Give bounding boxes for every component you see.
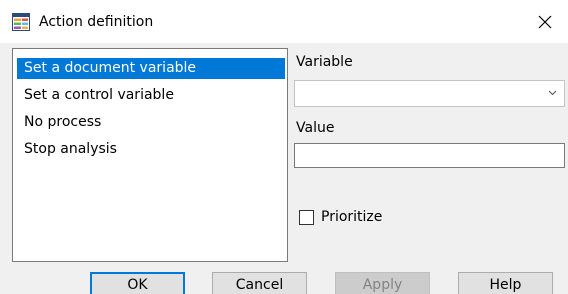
action-definition-dialog: Action definition Set a document variabl… (0, 0, 568, 294)
list-item-stop-analysis[interactable]: Stop analysis (17, 139, 285, 160)
value-label: Value (296, 120, 335, 136)
dialog-title: Action definition (39, 14, 154, 30)
variable-dropdown[interactable] (294, 80, 565, 107)
action-type-list[interactable]: Set a document variable Set a control va… (12, 48, 288, 262)
list-item-set-document-variable[interactable]: Set a document variable (17, 58, 285, 79)
value-input[interactable] (294, 143, 565, 168)
prioritize-checkbox[interactable] (299, 210, 314, 225)
app-icon (12, 13, 30, 31)
ok-button[interactable]: OK (90, 272, 185, 294)
title-bar: Action definition (0, 0, 568, 43)
help-button[interactable]: Help (458, 272, 553, 294)
prioritize-label[interactable]: Prioritize (321, 208, 382, 226)
close-icon (538, 15, 552, 29)
list-item-no-process[interactable]: No process (17, 112, 285, 133)
cancel-button[interactable]: Cancel (212, 272, 307, 294)
close-button[interactable] (522, 0, 568, 43)
apply-button[interactable]: Apply (335, 272, 430, 294)
chevron-down-icon (548, 90, 557, 96)
list-item-set-control-variable[interactable]: Set a control variable (17, 85, 285, 106)
variable-label: Variable (296, 54, 353, 70)
